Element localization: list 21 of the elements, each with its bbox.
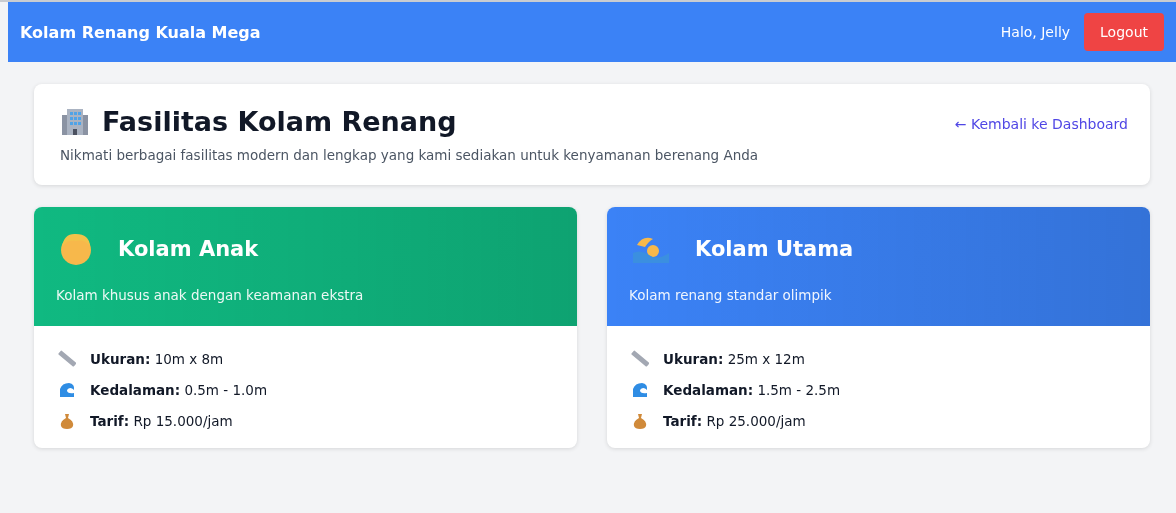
logout-button[interactable]: Logout [1084, 13, 1164, 51]
wave-icon [58, 381, 76, 399]
detail-text: Kedalaman: 1.5m - 2.5m [663, 382, 841, 398]
detail-text: Tarif: Rp 15.000/jam [90, 413, 233, 429]
pool-name: Kolam Utama [695, 237, 854, 261]
page-title: Fasilitas Kolam Renang [102, 106, 457, 137]
pool-description: Kolam khusus anak dengan keamanan ekstra [56, 287, 365, 303]
detail-text: Ukuran: 10m x 8m [90, 351, 224, 367]
pool-name: Kolam Anak [118, 237, 259, 261]
building-icon [60, 106, 90, 137]
user-greeting: Halo, Jelly [1000, 24, 1071, 40]
detail-text: Tarif: Rp 25.000/jam [663, 413, 806, 429]
page-subtitle: Nikmati berbagai fasilitas modern dan lengkap yang kami sediakan untuk kenyamanan berenang Anda [60, 147, 759, 163]
pool-description: Kolam renang standar olimpik [629, 287, 833, 303]
brand-title: Kolam Renang Kuala Mega [20, 22, 261, 42]
back-link[interactable]: ← Kembali ke Dashboard [954, 116, 1128, 132]
wave-icon [631, 381, 649, 399]
detail-text: Kedalaman: 0.5m - 1.0m [90, 382, 268, 398]
detail-text: Ukuran: 25m x 12m [663, 351, 805, 367]
money-bag-icon [631, 412, 649, 430]
money-bag-icon [58, 412, 76, 430]
